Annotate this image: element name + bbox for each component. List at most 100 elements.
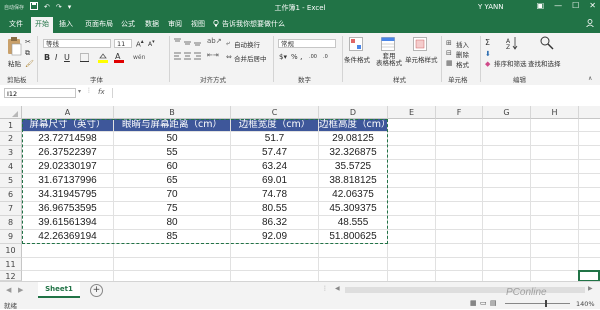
tab-data[interactable]: 数据 — [145, 19, 159, 29]
view-page-break-icon[interactable]: ▤ — [490, 299, 497, 307]
cell-a6[interactable]: 34.31945795 — [22, 188, 113, 201]
cell-b7[interactable]: 75 — [114, 202, 230, 215]
font-color-icon[interactable]: A — [114, 51, 124, 65]
row-header-3[interactable]: 3 — [0, 146, 22, 160]
merge-center-button[interactable]: 合并后居中 — [234, 53, 267, 63]
ribbon-display-icon[interactable]: ▣ — [537, 1, 545, 10]
collapse-ribbon-icon[interactable]: ∧ — [588, 75, 592, 82]
column-header-c[interactable]: C — [231, 106, 319, 119]
paste-button[interactable]: 粘贴 — [8, 58, 21, 68]
cell-b9[interactable]: 85 — [114, 230, 230, 243]
close-button[interactable]: ✕ — [589, 1, 596, 10]
cell-c5[interactable]: 69.01 — [231, 174, 318, 187]
row-header-1[interactable]: 1 — [0, 119, 22, 132]
autosum-icon[interactable]: Σ — [485, 38, 490, 47]
format-as-table-icon[interactable] — [381, 37, 395, 53]
merge-center-icon[interactable]: ⇔ — [226, 53, 232, 61]
tab-page-layout[interactable]: 页面布局 — [85, 19, 113, 29]
column-header-e[interactable]: E — [388, 106, 436, 119]
cell-styles-icon[interactable] — [413, 37, 427, 53]
row-header-6[interactable]: 6 — [0, 188, 22, 202]
cell-b8[interactable]: 80 — [114, 216, 230, 229]
cell-d6[interactable]: 42.06375 — [319, 188, 387, 201]
scroll-prev-sheet-icon[interactable]: ◀ — [6, 286, 11, 294]
insert-cells-icon[interactable]: ⊞ — [446, 39, 452, 47]
sheet-tab-sheet1[interactable]: Sheet1 — [38, 282, 80, 298]
row-header-12[interactable]: 12 — [0, 271, 22, 281]
fill-icon[interactable]: ⬇ — [485, 50, 491, 58]
align-top-icon[interactable] — [174, 38, 204, 48]
copy-icon[interactable]: ⧉ — [25, 49, 30, 58]
zoom-slider[interactable] — [505, 303, 570, 304]
cell-c2[interactable]: 51.7 — [231, 132, 318, 145]
cell-b3[interactable]: 55 — [114, 146, 230, 159]
decrease-decimal-button[interactable]: .0 — [323, 54, 328, 60]
scroll-next-sheet-icon[interactable]: ▶ — [18, 286, 23, 294]
cell-b1[interactable]: 眼睛与屏幕距离（cm） — [114, 119, 230, 131]
find-select-icon[interactable] — [540, 36, 554, 52]
increase-decimal-button[interactable]: .00 — [309, 54, 317, 60]
tab-split-handle-icon[interactable]: ⋮ — [322, 285, 328, 292]
tab-formulas[interactable]: 公式 — [121, 19, 135, 29]
font-size-combo[interactable]: 11 — [114, 39, 132, 48]
minimize-button[interactable]: — — [554, 1, 562, 10]
delete-cells-icon[interactable]: ⊟ — [446, 49, 452, 57]
conditional-format-icon[interactable] — [349, 37, 363, 53]
indent-icon[interactable]: ⇤⇥ — [207, 51, 219, 59]
cell-a7[interactable]: 36.96753595 — [22, 202, 113, 215]
cell-d7[interactable]: 45.309375 — [319, 202, 387, 215]
view-normal-icon[interactable]: ▦ — [470, 299, 477, 307]
column-header-b[interactable]: B — [114, 106, 231, 119]
new-sheet-button[interactable]: + — [90, 284, 103, 297]
row-header-10[interactable]: 10 — [0, 244, 22, 258]
cell-d8[interactable]: 48.555 — [319, 216, 387, 229]
cell-d4[interactable]: 35.5725 — [319, 160, 387, 173]
tab-file[interactable]: 文件 — [9, 19, 23, 29]
italic-icon[interactable]: I — [55, 53, 57, 62]
row-header-8[interactable]: 8 — [0, 216, 22, 230]
percent-button[interactable]: % — [291, 53, 298, 61]
cell-a3[interactable]: 26.37522397 — [22, 146, 113, 159]
tab-home[interactable]: 开始 — [31, 17, 53, 33]
cell-b2[interactable]: 50 — [114, 132, 230, 145]
row-header-11[interactable]: 11 — [0, 258, 22, 271]
cell-c7[interactable]: 80.55 — [231, 202, 318, 215]
comma-style-button[interactable]: , — [300, 52, 303, 61]
cell-c9[interactable]: 92.09 — [231, 230, 318, 243]
scroll-right-icon[interactable]: ▶ — [588, 285, 593, 292]
share-icon[interactable] — [586, 19, 594, 29]
column-header-g[interactable]: G — [483, 106, 531, 119]
tab-review[interactable]: 审阅 — [168, 19, 182, 29]
user-name[interactable]: Y YANN — [478, 3, 504, 11]
cell-a9[interactable]: 42.26369194 — [22, 230, 113, 243]
cell-c3[interactable]: 57.47 — [231, 146, 318, 159]
fill-color-icon[interactable] — [98, 52, 108, 65]
horizontal-scrollbar[interactable] — [345, 287, 585, 293]
cell-b6[interactable]: 70 — [114, 188, 230, 201]
underline-icon[interactable]: U — [64, 53, 70, 62]
accounting-format-icon[interactable]: $▾ — [279, 53, 287, 61]
increase-font-icon[interactable]: A▴ — [136, 39, 144, 48]
conditional-format-button[interactable]: 条件格式 — [344, 54, 370, 64]
insert-cells-button[interactable]: 插入 — [456, 39, 469, 49]
cut-icon[interactable]: ✂ — [25, 38, 31, 46]
column-header-a[interactable]: A — [22, 106, 114, 119]
maximize-button[interactable]: ☐ — [572, 1, 579, 10]
bold-icon[interactable]: B — [44, 53, 50, 62]
align-left-icon[interactable] — [174, 52, 204, 62]
row-header-9[interactable]: 9 — [0, 230, 22, 244]
cell-d5[interactable]: 38.818125 — [319, 174, 387, 187]
column-header-f[interactable]: F — [436, 106, 483, 119]
format-cells-button[interactable]: 格式 — [456, 59, 469, 69]
cell-d3[interactable]: 32.326875 — [319, 146, 387, 159]
sort-filter-button[interactable]: 排序和筛选 — [494, 58, 527, 68]
view-page-layout-icon[interactable]: ▭ — [480, 299, 487, 307]
sort-filter-icon[interactable]: AZ — [506, 36, 518, 52]
wrap-text-icon[interactable]: ⤶ — [226, 39, 230, 48]
number-format-combo[interactable]: 常规 — [278, 39, 336, 48]
cell-c4[interactable]: 63.24 — [231, 160, 318, 173]
row-header-7[interactable]: 7 — [0, 202, 22, 216]
border-icon[interactable] — [80, 53, 89, 64]
row-header-2[interactable]: 2 — [0, 132, 22, 146]
format-as-table-button[interactable]: 套用 表格格式 — [376, 53, 402, 67]
